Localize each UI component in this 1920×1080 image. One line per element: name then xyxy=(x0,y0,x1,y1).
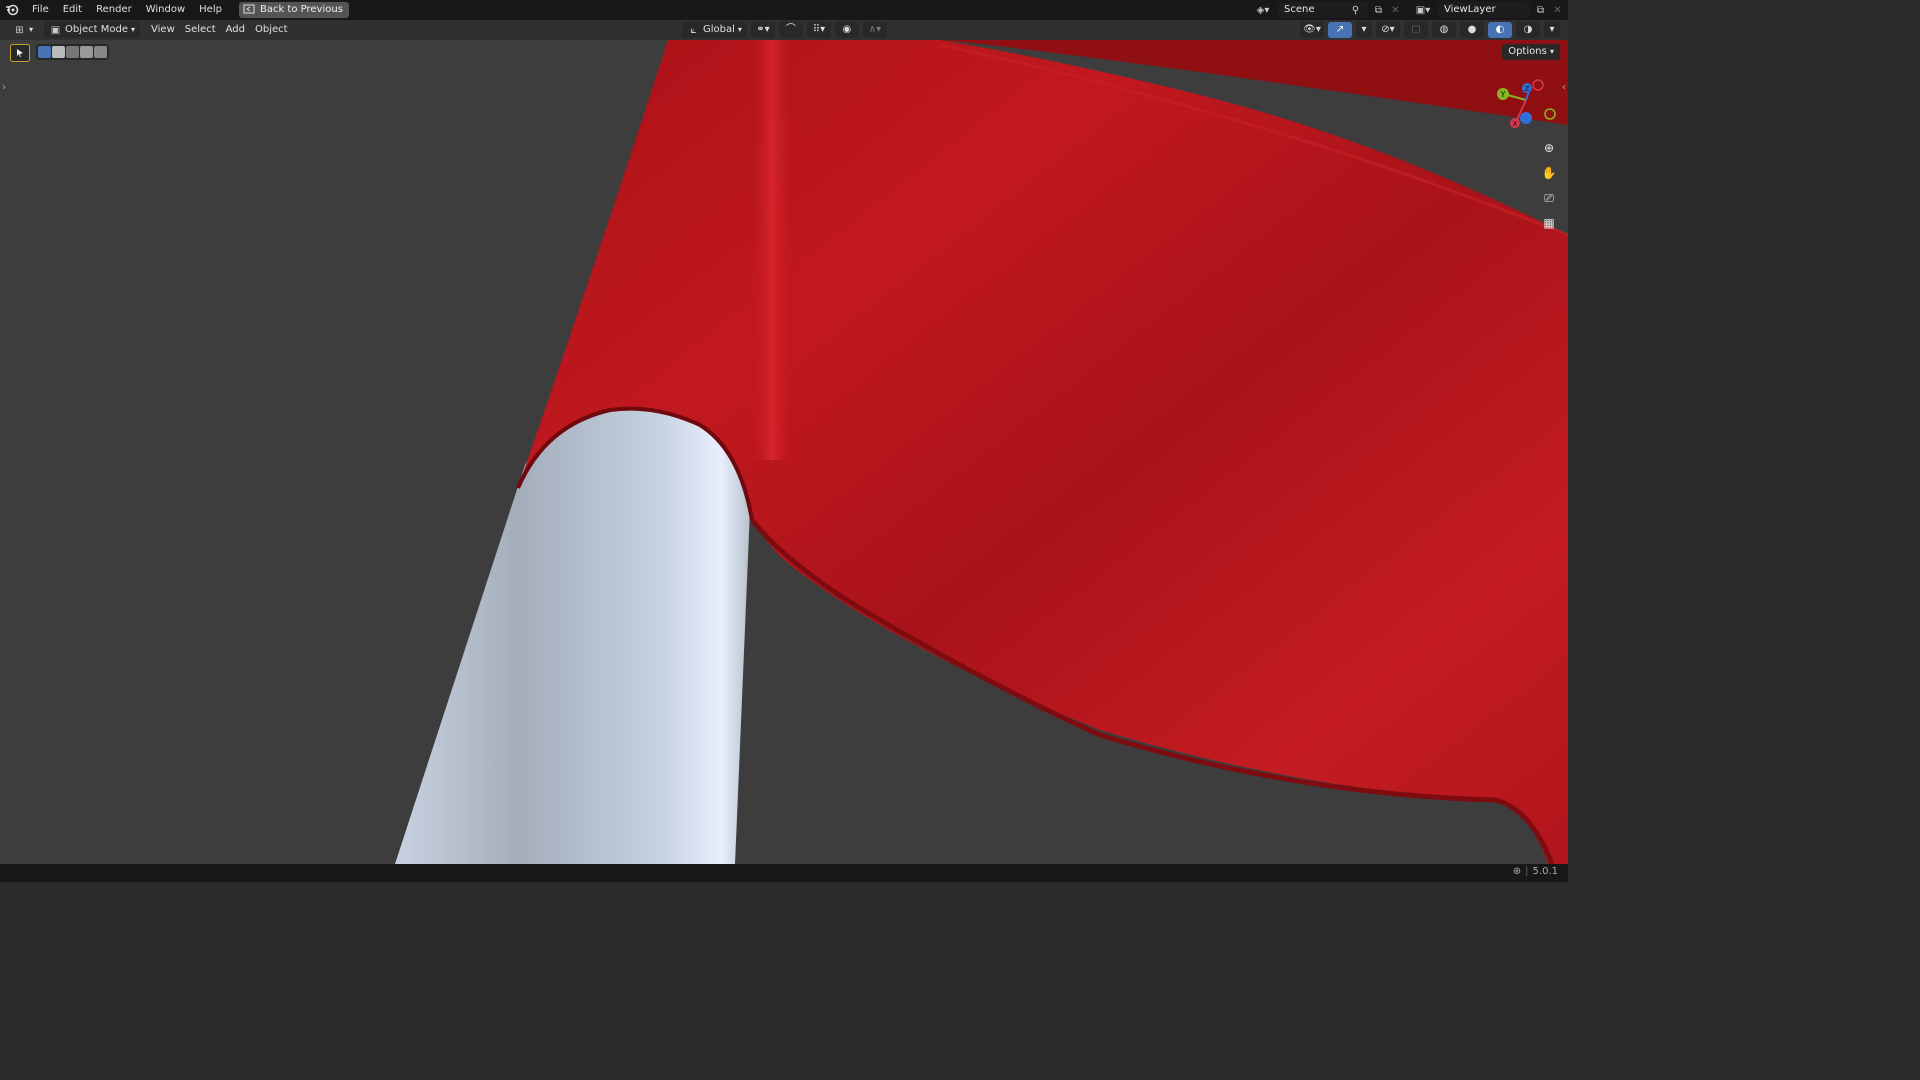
options-label: Options xyxy=(1508,46,1547,57)
orientation-label: Global xyxy=(703,24,735,35)
scene-name: Scene xyxy=(1284,4,1315,15)
gizmo-y-label: Y xyxy=(1500,90,1506,99)
select-tool-icon[interactable] xyxy=(10,44,30,62)
gizmo-dropdown-icon[interactable]: ▾ xyxy=(1356,22,1372,38)
select-extend-icon[interactable] xyxy=(52,46,65,58)
gizmo-x-label: X xyxy=(1513,120,1518,128)
version-info: ⊕ | 5.0.1 xyxy=(1512,866,1558,877)
back-icon xyxy=(243,4,256,17)
tool-settings xyxy=(10,44,109,62)
orientation-icon: ⟀ xyxy=(690,24,697,36)
proportional-icon[interactable]: ◉ xyxy=(834,22,859,38)
menu-select[interactable]: Select xyxy=(180,22,221,38)
blender-logo-icon[interactable] xyxy=(5,3,19,17)
globe-icon[interactable]: ⊕ xyxy=(1513,866,1521,877)
zoom-icon[interactable]: ⊕ xyxy=(1538,138,1560,159)
solid-shading-icon[interactable]: ● xyxy=(1460,22,1484,38)
pivot-icon[interactable]: ⚭▾ xyxy=(750,22,775,38)
menu-edit[interactable]: Edit xyxy=(56,0,89,20)
xray-icon[interactable]: ▢ xyxy=(1404,22,1428,38)
flag-pole xyxy=(395,408,750,864)
navigation-gizmo[interactable]: Y Z X xyxy=(1494,78,1558,130)
pin-icon[interactable]: ⚲ xyxy=(1349,4,1362,17)
new-viewlayer-icon[interactable]: ⧉ xyxy=(1534,4,1547,17)
viewport-header: ⊞ ▾ ▣ Object Mode ▾ View Select Add Objec… xyxy=(0,20,1568,40)
new-scene-icon[interactable]: ⧉ xyxy=(1372,4,1385,17)
toolbar-expand-icon[interactable]: › xyxy=(2,82,6,93)
orientation-selector[interactable]: ⟀ Global ▾ xyxy=(682,22,747,38)
scene-selector[interactable]: Scene ⚲ xyxy=(1278,2,1368,18)
sidebar-expand-icon[interactable]: ‹ xyxy=(1562,82,1566,93)
top-menu-bar: File Edit Render Window Help Back to Pre… xyxy=(0,0,1568,20)
menu-object[interactable]: Object xyxy=(250,22,293,38)
shading-tools: 👁▾ ↗ ▾ ⊘▾ ▢ ◍ ● ◐ ◑ ▾ xyxy=(1300,22,1560,38)
shading-dropdown-icon[interactable]: ▾ xyxy=(1544,22,1560,38)
back-to-previous-label: Back to Previous xyxy=(259,4,343,15)
object-mode-icon: ▣ xyxy=(50,24,61,36)
menu-render[interactable]: Render xyxy=(89,0,139,20)
visibility-icon[interactable]: 👁▾ xyxy=(1300,22,1324,38)
snap-target-icon[interactable]: ⠿▾ xyxy=(806,22,831,38)
close-icon[interactable]: ✕ xyxy=(1389,4,1402,17)
3d-viewport[interactable]: › ‹ xyxy=(0,40,1568,864)
back-to-previous-button[interactable]: Back to Previous xyxy=(238,2,349,18)
hand-icon[interactable]: ✋ xyxy=(1538,163,1560,184)
workspace-controls: ◈▾ Scene ⚲ ⧉ ✕ ▣▾ ViewLayer ⧉ ✕ xyxy=(1252,0,1568,20)
gizmo-icon[interactable]: ↗ xyxy=(1328,22,1352,38)
menu-file[interactable]: File xyxy=(25,0,56,20)
viewlayer-selector[interactable]: ViewLayer xyxy=(1438,2,1530,18)
menu-add[interactable]: Add xyxy=(221,22,250,38)
options-dropdown[interactable]: Options ▾ xyxy=(1502,44,1560,60)
viewlayer-icon[interactable]: ▣▾ xyxy=(1412,4,1434,17)
falloff-icon[interactable]: ∧▾ xyxy=(862,22,887,38)
select-invert-icon[interactable] xyxy=(80,46,93,58)
select-new-icon[interactable] xyxy=(38,46,51,58)
selection-mode-group xyxy=(36,44,109,60)
grid-icon[interactable]: ▦ xyxy=(1538,213,1560,234)
menu-view[interactable]: View xyxy=(146,22,180,38)
close-icon[interactable]: ✕ xyxy=(1551,4,1564,17)
menu-help[interactable]: Help xyxy=(192,0,229,20)
version-label: 5.0.1 xyxy=(1532,866,1558,877)
scene-icon[interactable]: ◈▾ xyxy=(1252,4,1274,17)
select-intersect-icon[interactable] xyxy=(94,46,107,58)
scene-render xyxy=(395,40,1568,864)
flag-fold-highlight xyxy=(752,40,792,460)
editor-type-icon: ⊞ xyxy=(15,24,24,36)
rendered-shading-icon[interactable]: ◑ xyxy=(1516,22,1540,38)
mode-selector[interactable]: ▣ Object Mode ▾ xyxy=(44,22,141,38)
transform-tools: ⟀ Global ▾ ⚭▾ ⌒ ⠿▾ ◉ ∧▾ xyxy=(682,22,887,38)
select-subtract-icon[interactable] xyxy=(66,46,79,58)
status-bar: ⊕ | 5.0.1 xyxy=(0,864,1568,882)
wireframe-shading-icon[interactable]: ◍ xyxy=(1432,22,1456,38)
mode-label: Object Mode xyxy=(65,24,129,35)
camera-icon[interactable]: ⎚ xyxy=(1538,188,1560,209)
material-shading-icon[interactable]: ◐ xyxy=(1488,22,1512,38)
overlay-icon[interactable]: ⊘▾ xyxy=(1376,22,1400,38)
editor-type-button[interactable]: ⊞ ▾ xyxy=(8,22,38,38)
snap-icon[interactable]: ⌒ xyxy=(778,22,803,38)
gizmo-z-label: Z xyxy=(1525,85,1530,93)
viewlayer-name: ViewLayer xyxy=(1444,4,1496,15)
navigation-buttons: ⊕ ✋ ⎚ ▦ xyxy=(1538,138,1560,234)
menu-window[interactable]: Window xyxy=(139,0,192,20)
